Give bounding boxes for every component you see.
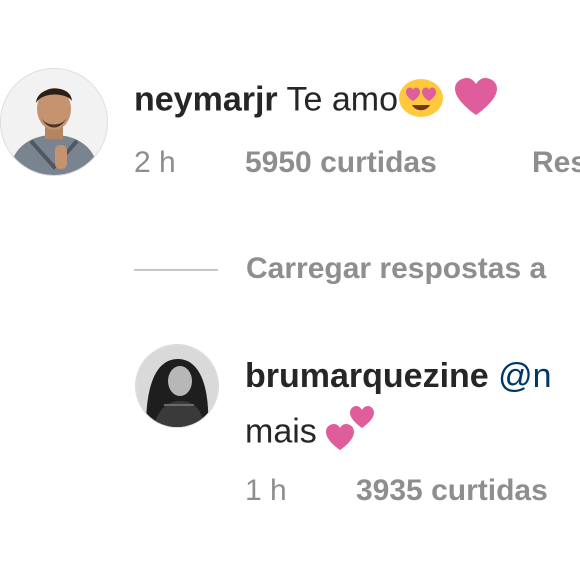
load-replies[interactable]: Carregar respostas a [134, 250, 580, 290]
heart-icon [453, 77, 499, 126]
comment-time: 1 h [245, 474, 287, 507]
comment-username[interactable]: brumarquezine [245, 357, 489, 395]
comment-neymarjr: neymarjr Te amo 2 h 5950 curtidas Res [0, 68, 580, 208]
mention-link[interactable]: @n [498, 357, 551, 395]
smiling-face-with-heart-eyes-icon [398, 76, 444, 127]
comment-text-line: brumarquezine @n [245, 356, 552, 396]
comment-username[interactable]: neymarjr [134, 80, 278, 118]
comment-time: 2 h [134, 146, 176, 179]
comment-text-line-2: mais [245, 406, 375, 461]
likes-count[interactable]: 5950 curtidas [245, 146, 437, 180]
avatar-brumarquezine[interactable] [135, 344, 219, 428]
comment-text: Te amo [286, 80, 398, 119]
two-hearts-icon [326, 406, 375, 461]
avatar-photo-icon [1, 69, 107, 175]
load-replies-label[interactable]: Carregar respostas a [246, 250, 546, 288]
comment-text: mais [245, 412, 317, 451]
reply-button[interactable]: Res [532, 146, 580, 180]
likes-count[interactable]: 3935 curtidas [356, 474, 548, 508]
load-replies-divider [134, 269, 218, 271]
comment-text-line: neymarjr Te amo [134, 76, 499, 127]
comment-brumarquezine: brumarquezine @n mais 1 h 3935 curtidas [0, 344, 580, 514]
avatar-neymarjr[interactable] [0, 68, 108, 176]
avatar-photo-icon [136, 345, 218, 427]
